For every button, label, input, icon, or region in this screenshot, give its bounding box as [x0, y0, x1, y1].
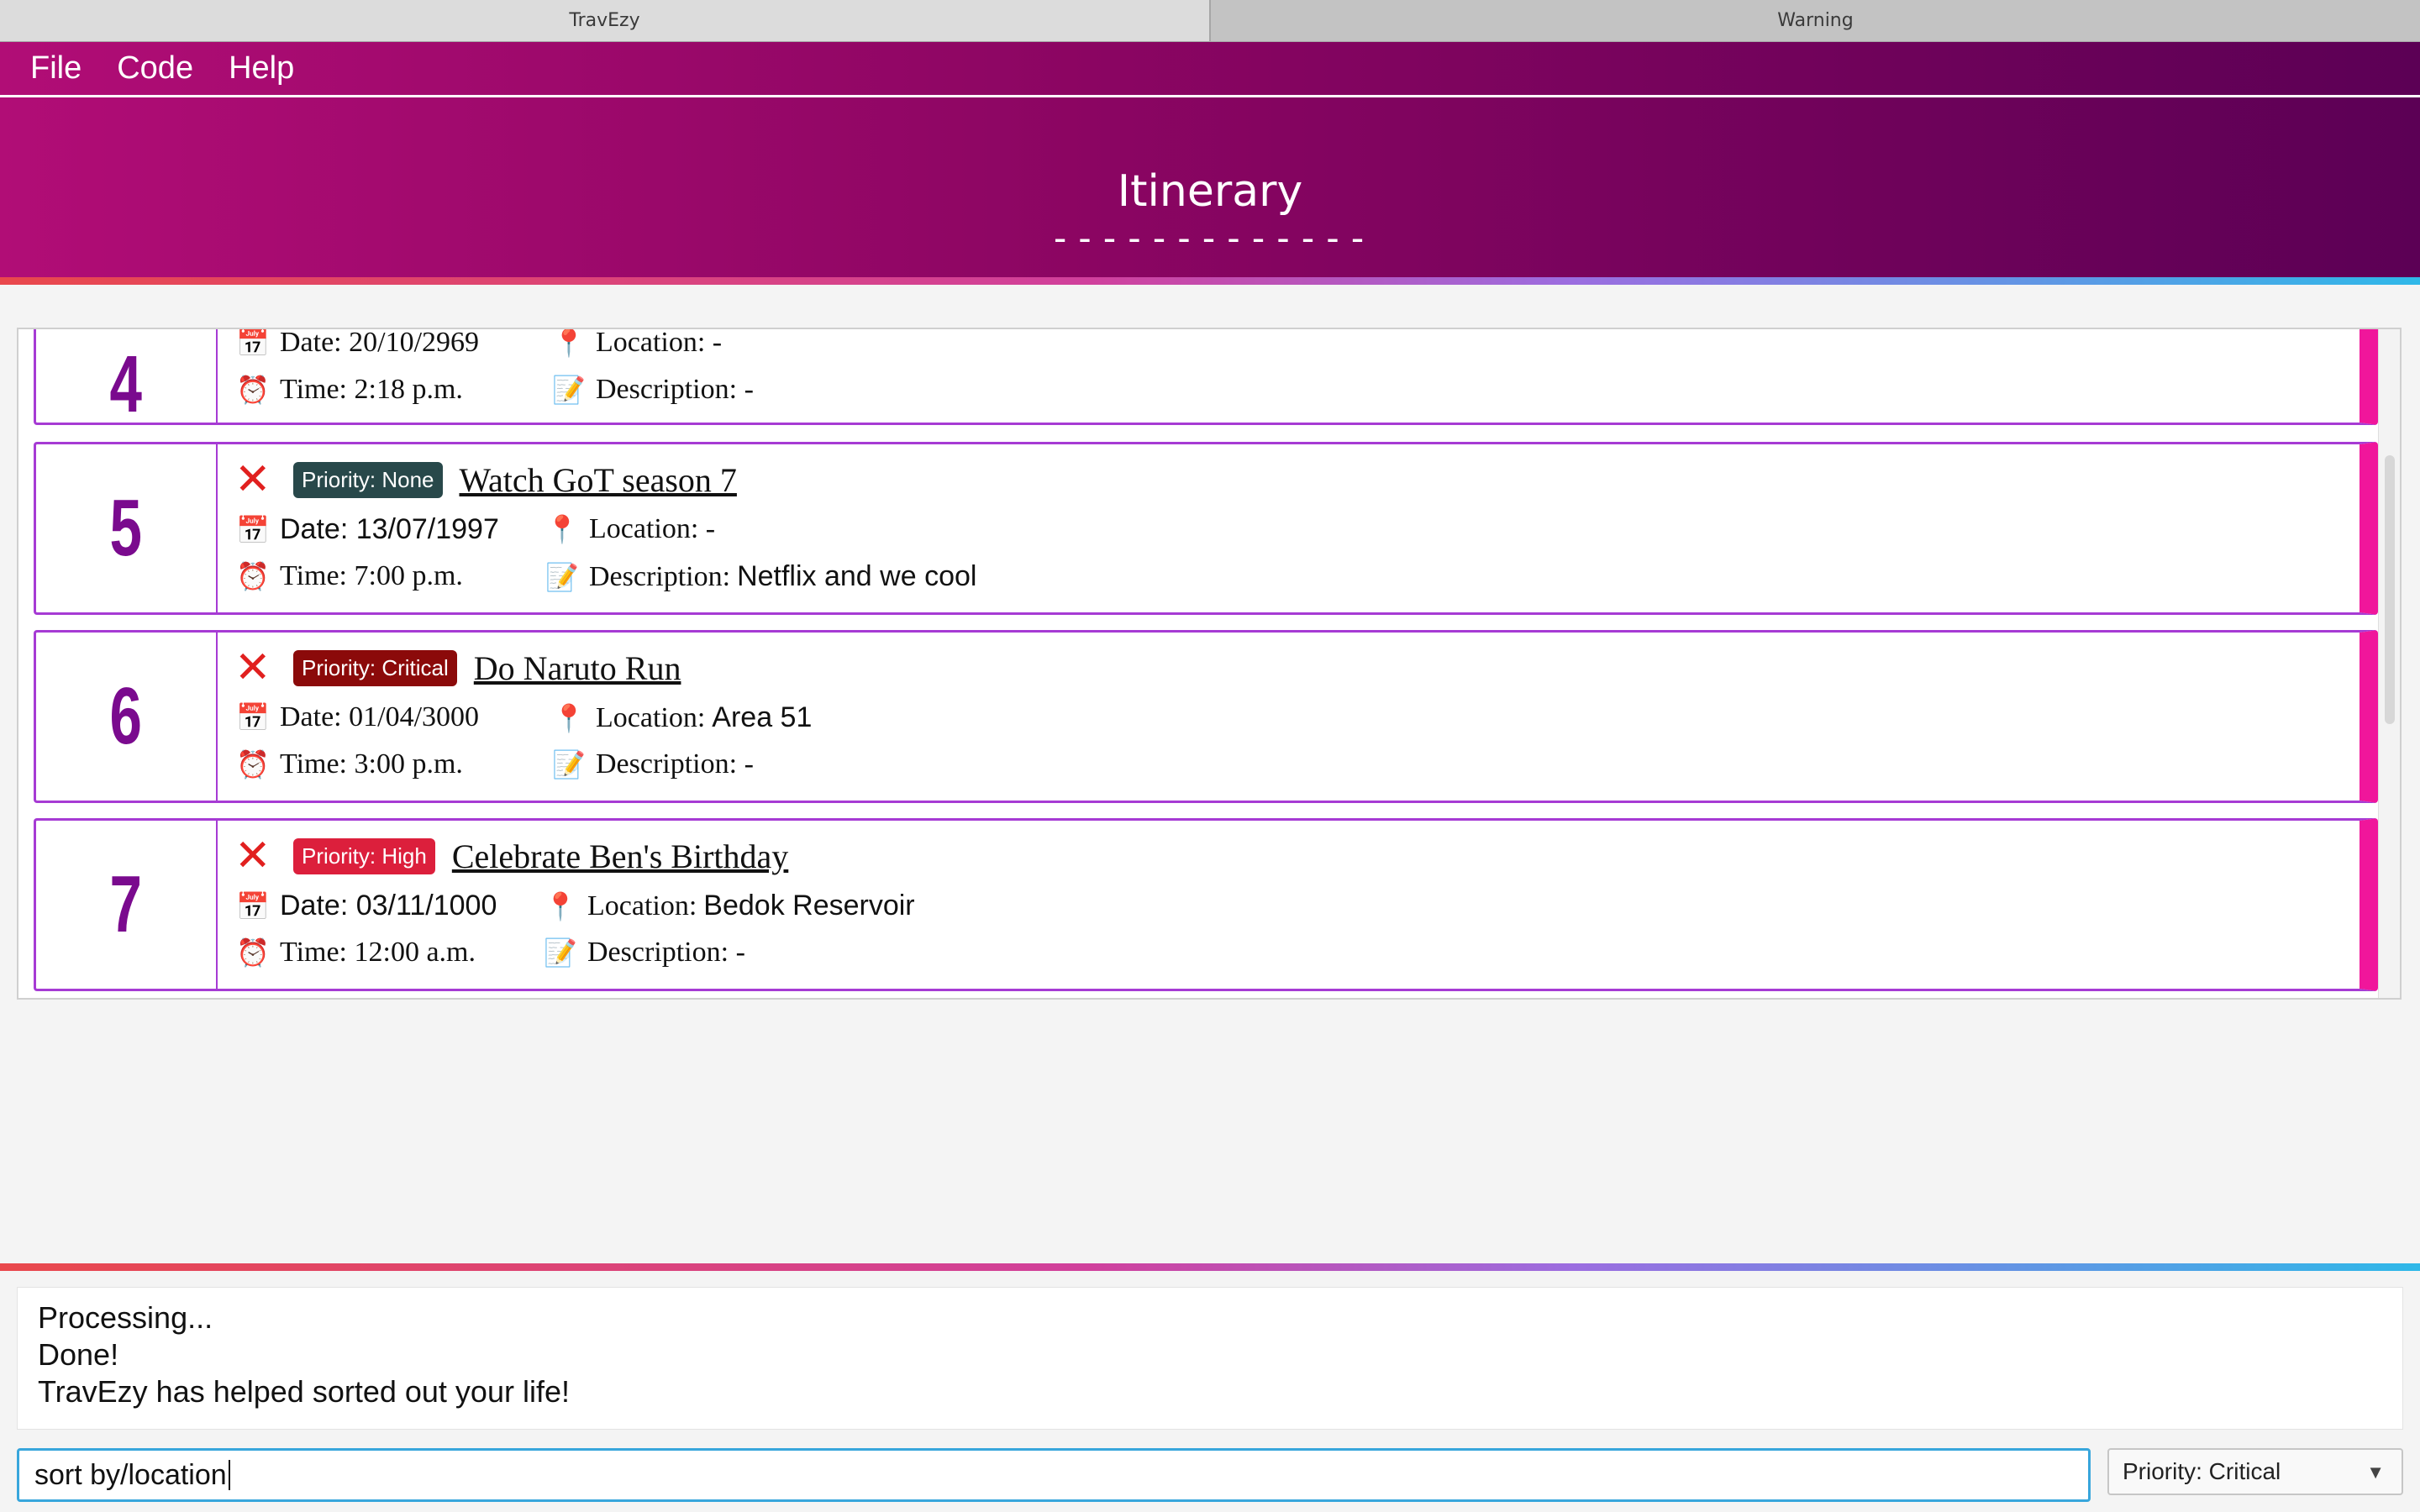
location-text: Location: -	[596, 328, 723, 358]
priority-badge: Priority: High	[293, 837, 435, 874]
command-input[interactable]: sort by/location	[17, 1448, 2091, 1502]
item-index: 4	[109, 339, 143, 429]
time-text: Time: 3:00 p.m.	[280, 748, 463, 780]
memo-icon: 📝	[552, 748, 586, 780]
description-field: 📝 Description: -	[550, 374, 754, 406]
description-value: Netflix and we cool	[737, 560, 977, 592]
priority-badge: Priority: None	[293, 461, 443, 498]
item-index: 6	[109, 671, 143, 761]
task-name[interactable]: Celebrate Ben's Birthday	[452, 837, 788, 876]
tab-label: Warning	[1777, 10, 1854, 31]
menu-bar: File Code Help	[0, 42, 2420, 97]
memo-icon: 📝	[552, 374, 586, 406]
list-item[interactable]: 4 📅 Date: 20/10/2969 📍 Location: - ⏰ Time: …	[34, 328, 2378, 429]
tab-bar: TravEzy Warning	[0, 0, 2420, 42]
priority-badge: Priority: Critical	[293, 649, 457, 686]
list-scrollbar[interactable]	[2378, 329, 2400, 998]
date-field: 📅 Date: 03/11/1000	[234, 890, 497, 922]
date-text: Date: 03/11/1000	[280, 890, 497, 921]
result-line: TravEzy has helped sorted out your life!	[38, 1374, 570, 1409]
list-item[interactable]: 6 ✕ Priority: Critical Do Naruto Run 📅 Da…	[34, 630, 2378, 803]
item-index: 7	[109, 859, 143, 949]
task-name[interactable]: Watch GoT season 7	[460, 460, 737, 500]
priority-filter-value: Priority: Critical	[2123, 1458, 2281, 1484]
menu-code[interactable]: Code	[117, 50, 193, 87]
cross-mark-icon[interactable]: ✕	[234, 834, 276, 878]
time-field: ⏰ Time: 7:00 p.m.	[234, 560, 463, 592]
output-divider	[0, 1263, 2420, 1271]
menu-help[interactable]: Help	[229, 50, 294, 87]
date-text: Date: 20/10/2969	[280, 328, 480, 358]
calendar-icon: 📅	[236, 328, 270, 359]
time-text: Time: 2:18 p.m.	[280, 374, 463, 405]
app-header: File Code Help Itinerary -------------	[0, 42, 2420, 279]
page-title: Itinerary	[1117, 166, 1303, 217]
list-item[interactable]: 5 ✕ Priority: None Watch GoT season 7 📅 D…	[34, 442, 2378, 615]
alarm-clock-icon: ⏰	[236, 374, 270, 406]
location-field: 📍 Location: -	[550, 328, 723, 359]
calendar-icon: 📅	[236, 890, 270, 922]
date-field: 📅 Date: 01/04/3000	[234, 701, 479, 733]
result-display: Processing... Done! TravEzy has helped s…	[17, 1287, 2403, 1430]
memo-icon: 📝	[545, 560, 579, 593]
date-field: 📅 Date: 13/07/1997	[234, 513, 499, 546]
calendar-icon: 📅	[236, 513, 270, 546]
time-text: Time: 12:00 a.m.	[280, 937, 476, 968]
priority-filter-select[interactable]: Priority: Critical ▼	[2107, 1448, 2403, 1495]
command-text: sort by/location	[34, 1458, 227, 1491]
tab-travezy[interactable]: TravEzy	[0, 0, 1211, 41]
alarm-clock-icon: ⏰	[236, 560, 270, 592]
item-index: 5	[109, 483, 143, 573]
task-name[interactable]: Do Naruto Run	[474, 648, 681, 688]
list-item[interactable]: 7 ✕ Priority: High Celebrate Ben's Birth…	[34, 818, 2378, 991]
round-pushpin-icon: 📍	[552, 328, 586, 359]
description-label: Description:	[589, 560, 731, 592]
time-field: ⏰ Time: 2:18 p.m.	[234, 374, 463, 406]
date-text: Date: 13/07/1997	[280, 513, 499, 545]
text-caret	[228, 1460, 230, 1490]
result-line: Done!	[38, 1337, 119, 1372]
tab-warning[interactable]: Warning	[1211, 0, 2420, 41]
alarm-clock-icon: ⏰	[236, 937, 270, 969]
itinerary-list[interactable]: 4 📅 Date: 20/10/2969 📍 Location: - ⏰ Time: …	[17, 328, 2402, 1000]
location-text: Location: -	[589, 513, 716, 544]
location-label: Location:	[587, 890, 697, 921]
date-text: Date: 01/04/3000	[280, 701, 480, 732]
cross-mark-icon[interactable]: ✕	[234, 458, 276, 501]
result-line: Processing...	[38, 1300, 213, 1335]
menu-file[interactable]: File	[30, 50, 82, 87]
time-text: Time: 7:00 p.m.	[280, 560, 463, 591]
description-field: 📝 Description: -	[542, 937, 745, 969]
memo-icon: 📝	[544, 937, 577, 969]
calendar-icon: 📅	[236, 701, 270, 733]
tab-label: TravEzy	[569, 10, 640, 31]
round-pushpin-icon: 📍	[552, 701, 586, 734]
alarm-clock-icon: ⏰	[236, 748, 270, 780]
chevron-down-icon: ▼	[2366, 1462, 2385, 1483]
time-field: ⏰ Time: 12:00 a.m.	[234, 937, 476, 969]
header-divider	[0, 277, 2420, 285]
time-field: ⏰ Time: 3:00 p.m.	[234, 748, 463, 780]
description-field: 📝 Description: -	[550, 748, 754, 780]
title-underline: -------------	[1049, 217, 1371, 260]
round-pushpin-icon: 📍	[544, 890, 577, 922]
round-pushpin-icon: 📍	[545, 513, 579, 545]
cross-mark-icon[interactable]: ✕	[234, 646, 276, 690]
date-field: 📅 Date: 20/10/2969	[234, 328, 480, 359]
description-text: Description: -	[587, 937, 745, 968]
description-field: 📝 Description: Netflix and we cool	[544, 560, 976, 593]
location-field: 📍 Location: -	[544, 513, 715, 545]
description-text: Description: -	[596, 748, 754, 780]
description-text: Description: -	[596, 374, 754, 405]
location-value: Area 51	[712, 701, 813, 733]
scroll-thumb[interactable]	[2385, 455, 2395, 724]
location-value: Bedok Reservoir	[703, 890, 915, 921]
location-field: 📍 Location: Bedok Reservoir	[542, 890, 915, 922]
location-label: Location:	[596, 701, 706, 733]
location-field: 📍 Location: Area 51	[550, 701, 812, 734]
